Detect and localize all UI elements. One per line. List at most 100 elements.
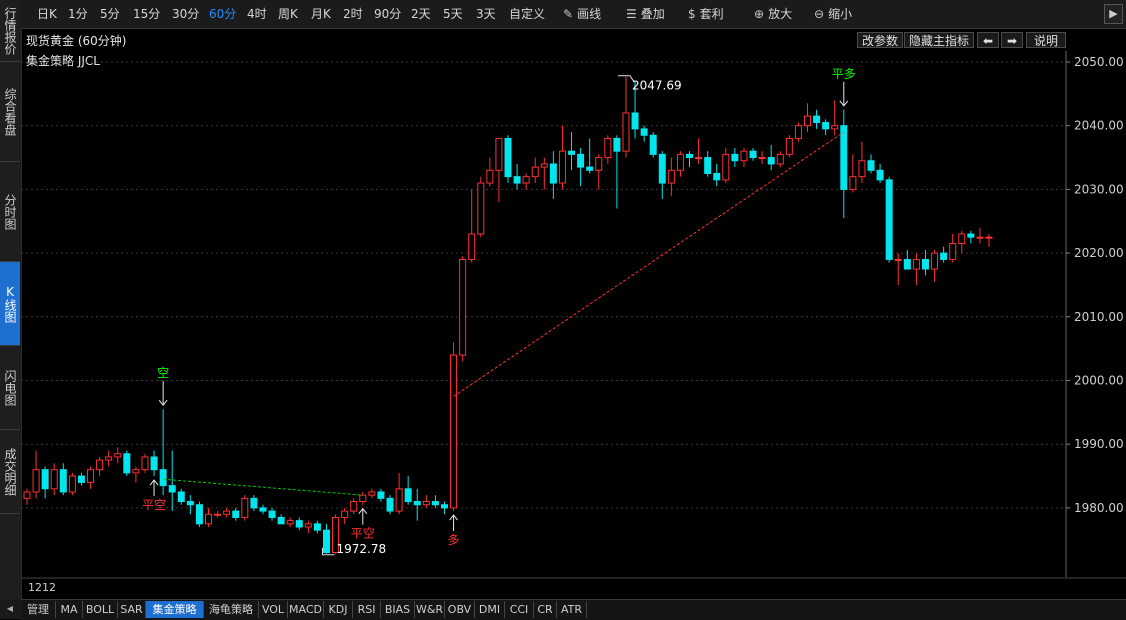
- toolbar-scroll-right-button[interactable]: ▶: [1104, 4, 1123, 24]
- candle-body: [858, 160, 866, 178]
- edit-params-button[interactable]: 改参数: [857, 32, 903, 48]
- period-button-13[interactable]: 3天: [476, 0, 496, 28]
- candle-body: [704, 157, 712, 174]
- signal-label: 空: [157, 366, 169, 380]
- tool-button-4[interactable]: ⊖ 缩小: [814, 0, 852, 28]
- candle-body: [132, 469, 140, 474]
- candle-body: [794, 125, 802, 139]
- next-arrow-button[interactable]: ➡: [1001, 32, 1023, 48]
- tool-button-3[interactable]: ⊕ 放大: [754, 0, 792, 28]
- candle-body: [558, 150, 566, 184]
- period-button-8[interactable]: 月K: [311, 0, 331, 28]
- period-button-1[interactable]: 1分: [68, 0, 88, 28]
- sidebar-item-label: 综合看盘: [3, 87, 17, 136]
- candle-body: [87, 469, 95, 483]
- candle-body: [731, 153, 739, 162]
- candle-body: [568, 150, 576, 155]
- candle-body: [504, 137, 512, 178]
- candle-body: [831, 125, 839, 130]
- indicator-tab-13[interactable]: DMI: [475, 601, 505, 618]
- indicator-tab-7[interactable]: MACD: [288, 601, 324, 618]
- candle-body: [486, 169, 494, 184]
- period-button-3[interactable]: 15分: [133, 0, 160, 28]
- candle-body: [223, 510, 231, 515]
- indicator-tab-0[interactable]: 管理: [21, 601, 56, 618]
- status-count: 1212: [28, 581, 56, 594]
- prev-arrow-button[interactable]: ⬅: [977, 32, 999, 48]
- indicator-tab-1[interactable]: MA: [56, 601, 83, 618]
- period-button-4[interactable]: 30分: [172, 0, 199, 28]
- indicator-tab-8[interactable]: KDJ: [324, 601, 353, 618]
- indicator-tab-15[interactable]: CR: [534, 601, 557, 618]
- sidebar-item-4[interactable]: 闪电图: [0, 346, 20, 430]
- candle-body: [976, 236, 984, 239]
- candle-body: [867, 160, 875, 171]
- sidebar-item-0[interactable]: 行情报价: [0, 0, 20, 62]
- candle-body: [477, 182, 485, 235]
- indicator-tab-3[interactable]: SAR: [118, 601, 146, 618]
- candle-body: [876, 169, 884, 181]
- candle-body: [840, 125, 848, 190]
- candle-body: [59, 469, 67, 493]
- candle-body: [940, 252, 948, 260]
- period-button-11[interactable]: 2天: [411, 0, 431, 28]
- candle-body: [141, 456, 149, 471]
- tool-button-0[interactable]: ✎ 画线: [563, 0, 601, 28]
- y-tick-label: 2040.00: [1074, 119, 1124, 133]
- tool-label: 画线: [577, 7, 602, 21]
- period-button-12[interactable]: 5天: [443, 0, 463, 28]
- indicator-tab-14[interactable]: CCI: [505, 601, 534, 618]
- candlestick-chart[interactable]: 2050.00 2040.00 2030.00 2020.00 2010.00 2000.…: [21, 51, 1126, 599]
- y-tick-label: 2030.00: [1074, 182, 1124, 196]
- candle-body: [114, 453, 122, 458]
- period-button-5[interactable]: 60分: [209, 0, 236, 28]
- indicator-tab-12[interactable]: OBV: [445, 601, 475, 618]
- candle-body: [195, 504, 203, 525]
- candle-body: [604, 137, 612, 159]
- y-tick-label: 2050.00: [1074, 55, 1124, 69]
- candle-body: [295, 520, 303, 528]
- candle-body: [23, 491, 31, 499]
- candle-body: [921, 258, 929, 270]
- indicator-tab-10[interactable]: BIAS: [381, 601, 415, 618]
- candle-body: [431, 501, 439, 506]
- indicator-tab-6[interactable]: VOL: [259, 601, 288, 618]
- indicator-tab-9[interactable]: RSI: [353, 601, 381, 618]
- tool-button-1[interactable]: ☰ 叠加: [626, 0, 665, 28]
- scroll-left-icon[interactable]: ◀: [0, 599, 20, 619]
- candle-body: [168, 485, 176, 493]
- candle-body: [413, 501, 421, 506]
- trend-line: [163, 478, 363, 496]
- hide-main-indicator-button[interactable]: 隐藏主指标: [904, 32, 974, 48]
- candle-body: [549, 163, 557, 184]
- candle-body: [722, 153, 730, 181]
- period-button-14[interactable]: 自定义: [509, 0, 545, 28]
- period-button-9[interactable]: 2时: [343, 0, 363, 28]
- indicator-tab-4[interactable]: 集金策略: [146, 601, 204, 618]
- tool-button-2[interactable]: $ 套利: [688, 0, 724, 28]
- signal-label: 平空: [142, 498, 166, 512]
- sidebar-item-1[interactable]: 综合看盘: [0, 62, 20, 162]
- indicator-tab-16[interactable]: ATR: [557, 601, 587, 618]
- sidebar-item-5[interactable]: 成交明细: [0, 430, 20, 514]
- period-button-10[interactable]: 90分: [374, 0, 401, 28]
- tool-label: 缩小: [828, 7, 853, 21]
- tool-label: 叠加: [640, 7, 665, 21]
- sidebar-item-label: 成交明细: [3, 447, 17, 496]
- period-button-7[interactable]: 周K: [278, 0, 298, 28]
- candle-body: [341, 510, 349, 518]
- help-button[interactable]: 说明: [1026, 32, 1066, 48]
- period-button-2[interactable]: 5分: [100, 0, 120, 28]
- candle-body: [41, 469, 49, 490]
- sidebar-item-2[interactable]: 分时图: [0, 162, 20, 262]
- candle-body: [495, 137, 503, 171]
- indicator-tab-11[interactable]: W&R: [415, 601, 445, 618]
- candle-body: [304, 523, 312, 528]
- sidebar-item-3[interactable]: K线图: [0, 262, 20, 346]
- indicator-tab-5[interactable]: 海龟策略: [204, 601, 259, 618]
- candle-body: [105, 456, 113, 461]
- indicator-tab-2[interactable]: BOLL: [83, 601, 118, 618]
- period-button-6[interactable]: 4时: [247, 0, 267, 28]
- period-button-0[interactable]: 日K: [37, 0, 57, 28]
- candle-body: [404, 488, 412, 503]
